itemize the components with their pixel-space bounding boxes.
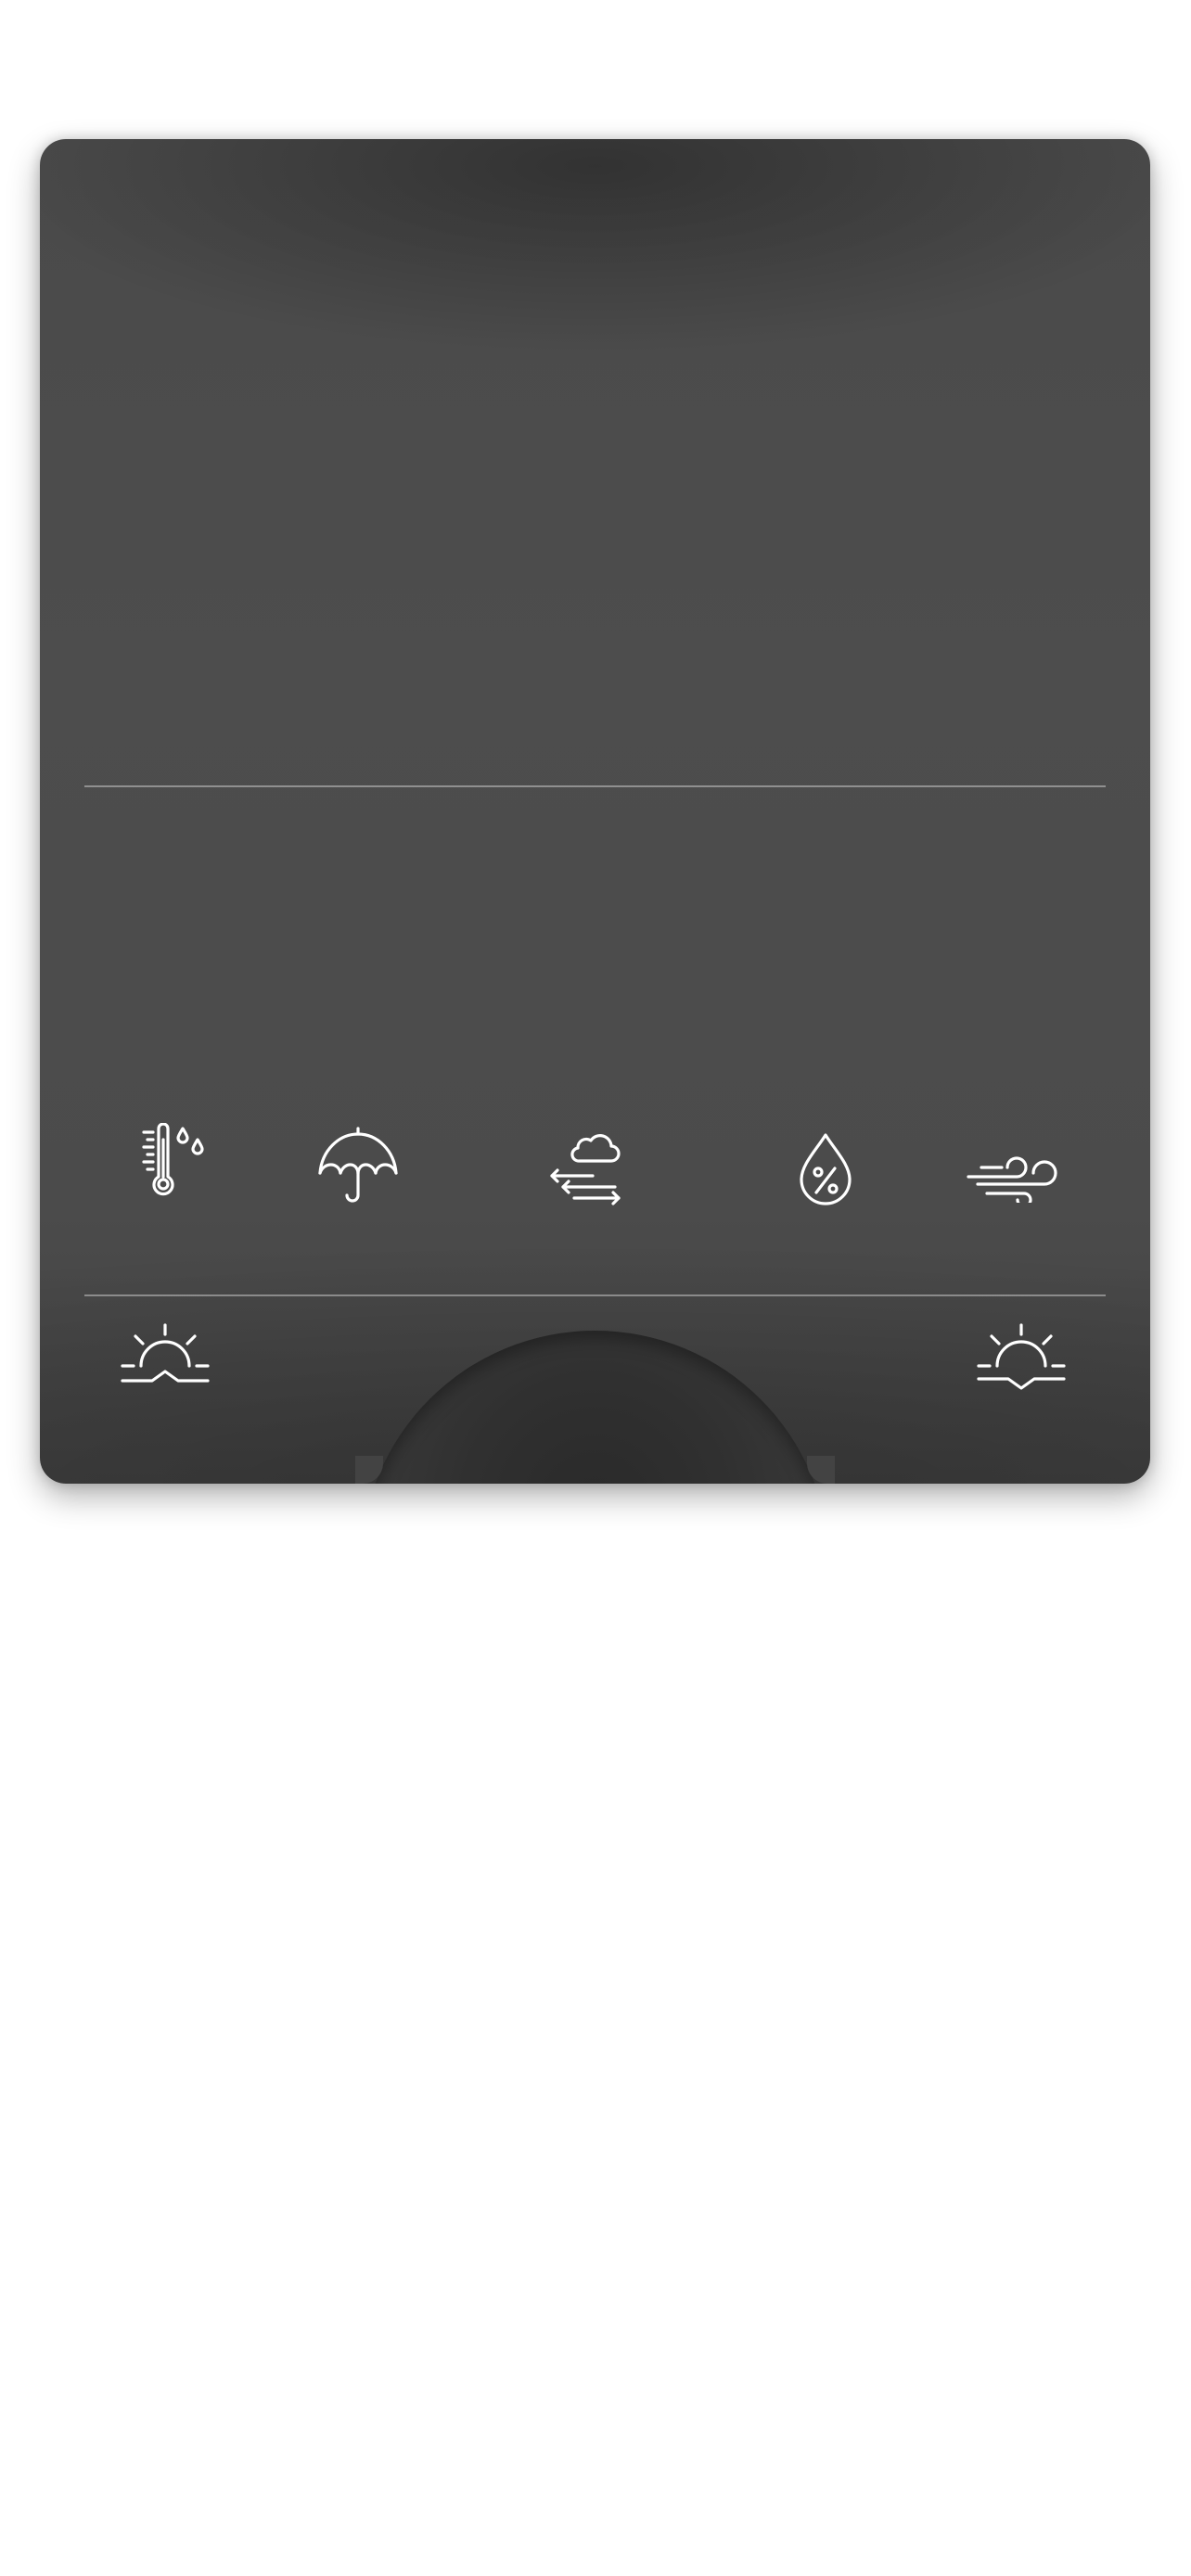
sun-path-arc	[361, 1331, 829, 1484]
thermometer-drops-icon	[134, 1123, 209, 1206]
umbrella-icon	[316, 1125, 400, 1206]
cloud-fog-icon	[546, 1129, 624, 1209]
sunset-icon	[975, 1321, 1068, 1396]
wind-icon	[965, 1145, 1067, 1203]
humidity-drop-icon	[798, 1131, 853, 1207]
top-divider	[84, 785, 1106, 787]
sunrise-icon	[119, 1321, 211, 1392]
weather-widget-card	[40, 139, 1150, 1484]
bottom-divider	[84, 1294, 1106, 1296]
